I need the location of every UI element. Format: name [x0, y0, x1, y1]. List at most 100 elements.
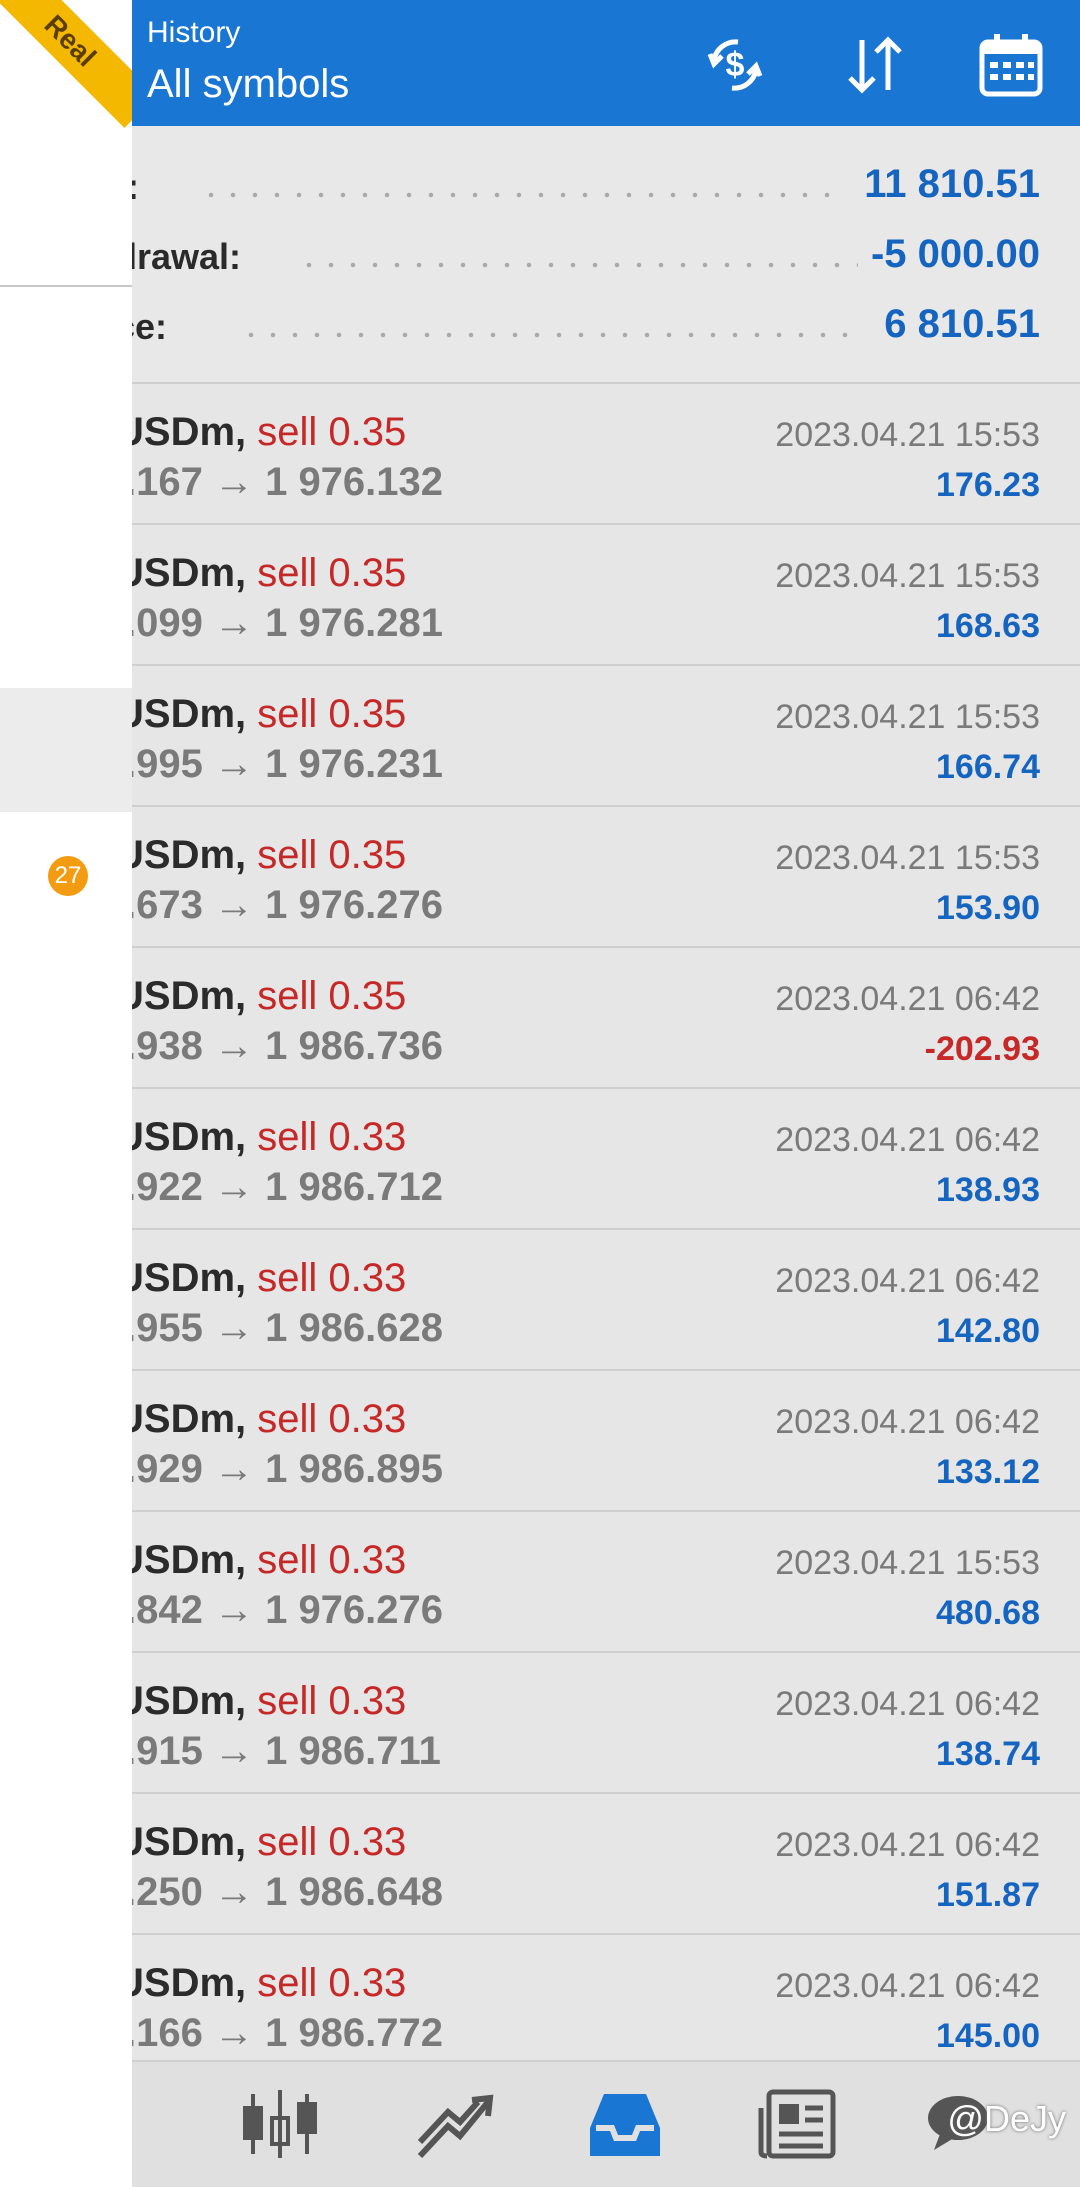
sort-icon[interactable]: [840, 30, 910, 100]
deal-row[interactable]: USDm, sell 0.33 .250 → 1 986.648 2023.04.2…: [0, 1794, 1080, 1935]
deal-symbol: USDm,: [115, 692, 247, 736]
deal-row[interactable]: USDm, sell 0.35 .167 → 1 976.132 2023.04.2…: [0, 384, 1080, 525]
deal-row[interactable]: USDm, sell 0.33 .166 → 1 986.772 2023.04.2…: [0, 1935, 1080, 2076]
deal-row[interactable]: USDm, sell 0.35 .673 → 1 976.276 2023.04.2…: [0, 807, 1080, 948]
deal-symbol-line: USDm, sell 0.33: [115, 1679, 406, 1724]
deal-symbol-line: USDm, sell 0.33: [115, 1961, 406, 2006]
deal-symbol: USDm,: [115, 551, 247, 595]
deal-side-volume: sell 0.33: [257, 1820, 407, 1864]
deal-symbol-line: USDm, sell 0.35: [115, 551, 406, 596]
chart-icon[interactable]: [235, 2084, 325, 2164]
deal-prices: .250 → 1 986.648: [125, 1870, 444, 1914]
deal-side-volume: sell 0.33: [257, 1397, 407, 1441]
deal-prices: .938 → 1 986.736: [125, 1024, 444, 1068]
deal-profit: 480.68: [936, 1594, 1040, 1632]
deal-symbol-line: USDm, sell 0.33: [115, 1820, 406, 1865]
deal-symbol: USDm,: [115, 1397, 247, 1441]
deal-symbol-line: USDm, sell 0.33: [115, 1256, 406, 1301]
deals-list: USDm, sell 0.35 .167 → 1 976.132 2023.04.2…: [0, 384, 1080, 2076]
deal-row[interactable]: USDm, sell 0.33 .842 → 1 976.276 2023.04.2…: [0, 1512, 1080, 1653]
deal-time: 2023.04.21 06:42: [775, 1826, 1040, 1864]
deal-symbol-line: USDm, sell 0.33: [115, 1115, 406, 1160]
deal-time: 2023.04.21 15:53: [775, 416, 1040, 454]
svg-text:$: $: [726, 46, 745, 84]
deal-symbol: USDm,: [115, 833, 247, 877]
deal-time: 2023.04.21 15:53: [775, 698, 1040, 736]
deal-profit: 176.23: [936, 466, 1040, 504]
deal-row[interactable]: USDm, sell 0.35 .938 → 1 986.736 2023.04.2…: [0, 948, 1080, 1089]
trade-icon[interactable]: [408, 2084, 498, 2164]
deal-symbol-line: USDm, sell 0.35: [115, 410, 406, 455]
summary-value: 6 810.51: [884, 302, 1040, 346]
deal-profit: 151.87: [936, 1876, 1040, 1914]
deal-symbol-line: USDm, sell 0.33: [115, 1538, 406, 1583]
deal-symbol: USDm,: [115, 410, 247, 454]
header-subtitle: History: [147, 16, 241, 49]
deal-row[interactable]: USDm, sell 0.33 .955 → 1 986.628 2023.04.2…: [0, 1230, 1080, 1371]
deal-row[interactable]: USDm, sell 0.33 .915 → 1 986.711 2023.04.2…: [0, 1653, 1080, 1794]
summary-row-deposit: t: 11 810.51: [0, 158, 1040, 218]
app-header: History All symbols $: [0, 0, 1080, 126]
deal-symbol-line: USDm, sell 0.33: [115, 1397, 406, 1442]
deposit-currency-icon[interactable]: $: [700, 30, 770, 100]
deal-profit: 138.74: [936, 1735, 1040, 1773]
news-icon[interactable]: [755, 2084, 845, 2164]
deal-symbol: USDm,: [115, 1256, 247, 1300]
deal-row[interactable]: USDm, sell 0.35 .995 → 1 976.231 2023.04.2…: [0, 666, 1080, 807]
deal-symbol: USDm,: [115, 1115, 247, 1159]
deal-prices: .099 → 1 976.281: [125, 601, 444, 645]
deal-prices: .955 → 1 986.628: [125, 1306, 444, 1350]
deal-prices: .166 → 1 986.772: [125, 2011, 444, 2055]
deal-time: 2023.04.21 06:42: [775, 1403, 1040, 1441]
drawer-selected-item[interactable]: [0, 688, 132, 812]
deal-time: 2023.04.21 15:53: [775, 557, 1040, 595]
summary-row-withdrawal: drawal: -5 000.00: [0, 228, 1040, 288]
deal-row[interactable]: USDm, sell 0.33 .922 → 1 986.712 2023.04.2…: [0, 1089, 1080, 1230]
deal-prices: .673 → 1 976.276: [125, 883, 444, 927]
deal-symbol-line: USDm, sell 0.35: [115, 692, 406, 737]
deal-time: 2023.04.21 06:42: [775, 1967, 1040, 2005]
deal-time: 2023.04.21 06:42: [775, 1121, 1040, 1159]
summary-value: 11 810.51: [864, 162, 1040, 206]
account-summary: t: 11 810.51 drawal: -5 000.00 ce: 6 810…: [0, 126, 1080, 384]
deal-row[interactable]: USDm, sell 0.33 .929 → 1 986.895 2023.04.2…: [0, 1371, 1080, 1512]
deal-side-volume: sell 0.33: [257, 1679, 407, 1723]
deal-prices: .929 → 1 986.895: [125, 1447, 444, 1491]
deal-time: 2023.04.21 06:42: [775, 980, 1040, 1018]
bottom-navigation: [0, 2060, 1080, 2187]
deal-profit: 142.80: [936, 1312, 1040, 1350]
summary-row-balance: ce: 6 810.51: [0, 298, 1040, 358]
notification-badge: 27: [48, 856, 88, 896]
deal-symbol: USDm,: [115, 1538, 247, 1582]
deal-side-volume: sell 0.35: [257, 692, 407, 736]
deal-side-volume: sell 0.35: [257, 974, 407, 1018]
watermark-text: @DeJy: [947, 2098, 1066, 2139]
deal-row[interactable]: USDm, sell 0.35 .099 → 1 976.281 2023.04.2…: [0, 525, 1080, 666]
deal-prices: .922 → 1 986.712: [125, 1165, 444, 1209]
history-icon[interactable]: [580, 2084, 670, 2164]
deal-side-volume: sell 0.33: [257, 1961, 407, 2005]
deal-profit: 138.93: [936, 1171, 1040, 1209]
deal-symbol: USDm,: [115, 1679, 247, 1723]
deal-side-volume: sell 0.33: [257, 1256, 407, 1300]
deal-side-volume: sell 0.35: [257, 410, 407, 454]
deal-profit: 133.12: [936, 1453, 1040, 1491]
deal-side-volume: sell 0.35: [257, 551, 407, 595]
summary-value: -5 000.00: [870, 232, 1040, 276]
app-screen: History All symbols $ t:: [0, 0, 1080, 2187]
deal-symbol: USDm,: [115, 974, 247, 1018]
drawer-divider: [0, 285, 132, 287]
deal-profit: 166.74: [936, 748, 1040, 786]
deal-side-volume: sell 0.33: [257, 1115, 407, 1159]
deal-side-volume: sell 0.35: [257, 833, 407, 877]
deal-prices: .167 → 1 976.132: [125, 460, 444, 504]
calendar-icon[interactable]: [976, 30, 1046, 100]
account-type-ribbon: Real: [0, 0, 132, 132]
deal-profit: 153.90: [936, 889, 1040, 927]
deal-prices: .995 → 1 976.231: [125, 742, 444, 786]
deal-prices: .842 → 1 976.276: [125, 1588, 444, 1632]
side-drawer: Real 27: [0, 0, 132, 2187]
deal-side-volume: sell 0.33: [257, 1538, 407, 1582]
ribbon-label: Real: [0, 0, 132, 128]
deal-symbol: USDm,: [115, 1820, 247, 1864]
